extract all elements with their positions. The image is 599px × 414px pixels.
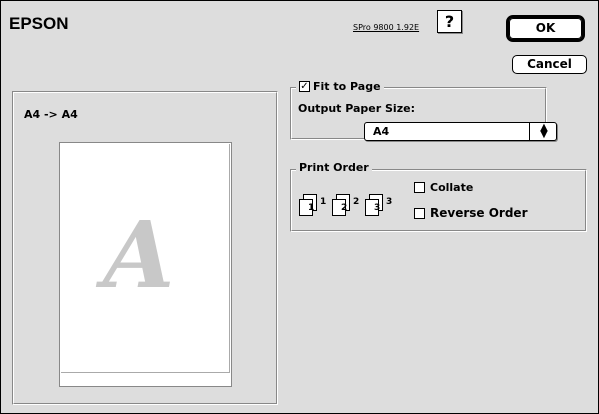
help-button[interactable]: ?: [437, 10, 462, 33]
reverse-order-checkbox[interactable]: [414, 207, 425, 219]
printer-model-label: SPro 9800 1.92E: [353, 23, 420, 32]
collate-checkbox[interactable]: [414, 182, 425, 193]
select-divider: [529, 122, 530, 141]
ok-button[interactable]: OK: [509, 18, 582, 39]
output-paper-size-value: A4: [373, 125, 390, 138]
page-number-2b: 2: [353, 197, 360, 207]
reverse-order-label: Reverse Order: [430, 206, 528, 220]
fit-to-page-title: ✓ Fit to Page: [296, 80, 384, 93]
page-number-2: 2: [341, 203, 348, 213]
page-number-1b: 1: [320, 197, 327, 207]
page-number-3: 3: [374, 203, 381, 213]
print-order-title: Print Order: [296, 161, 372, 174]
reverse-order-option[interactable]: Reverse Order: [414, 206, 527, 220]
cancel-button[interactable]: Cancel: [512, 55, 587, 74]
page-number-3b: 3: [386, 197, 393, 207]
page-number-1: 1: [308, 203, 315, 213]
collate-option[interactable]: Collate: [414, 181, 473, 194]
updown-arrows-icon: ▲ ▼: [540, 122, 548, 140]
collate-label: Collate: [430, 181, 474, 194]
fit-to-page-label: Fit to Page: [313, 80, 381, 93]
output-paper-size-label: Output Paper Size:: [298, 102, 415, 115]
page-setup-dialog: EPSON SPro 9800 1.92E ? OK Cancel A4 -> …: [0, 0, 599, 414]
epson-logo: EPSON: [9, 14, 69, 33]
preview-glyph: A: [103, 201, 175, 309]
preview-size-label: A4 -> A4: [24, 108, 78, 121]
fit-to-page-checkbox[interactable]: ✓: [299, 81, 310, 92]
